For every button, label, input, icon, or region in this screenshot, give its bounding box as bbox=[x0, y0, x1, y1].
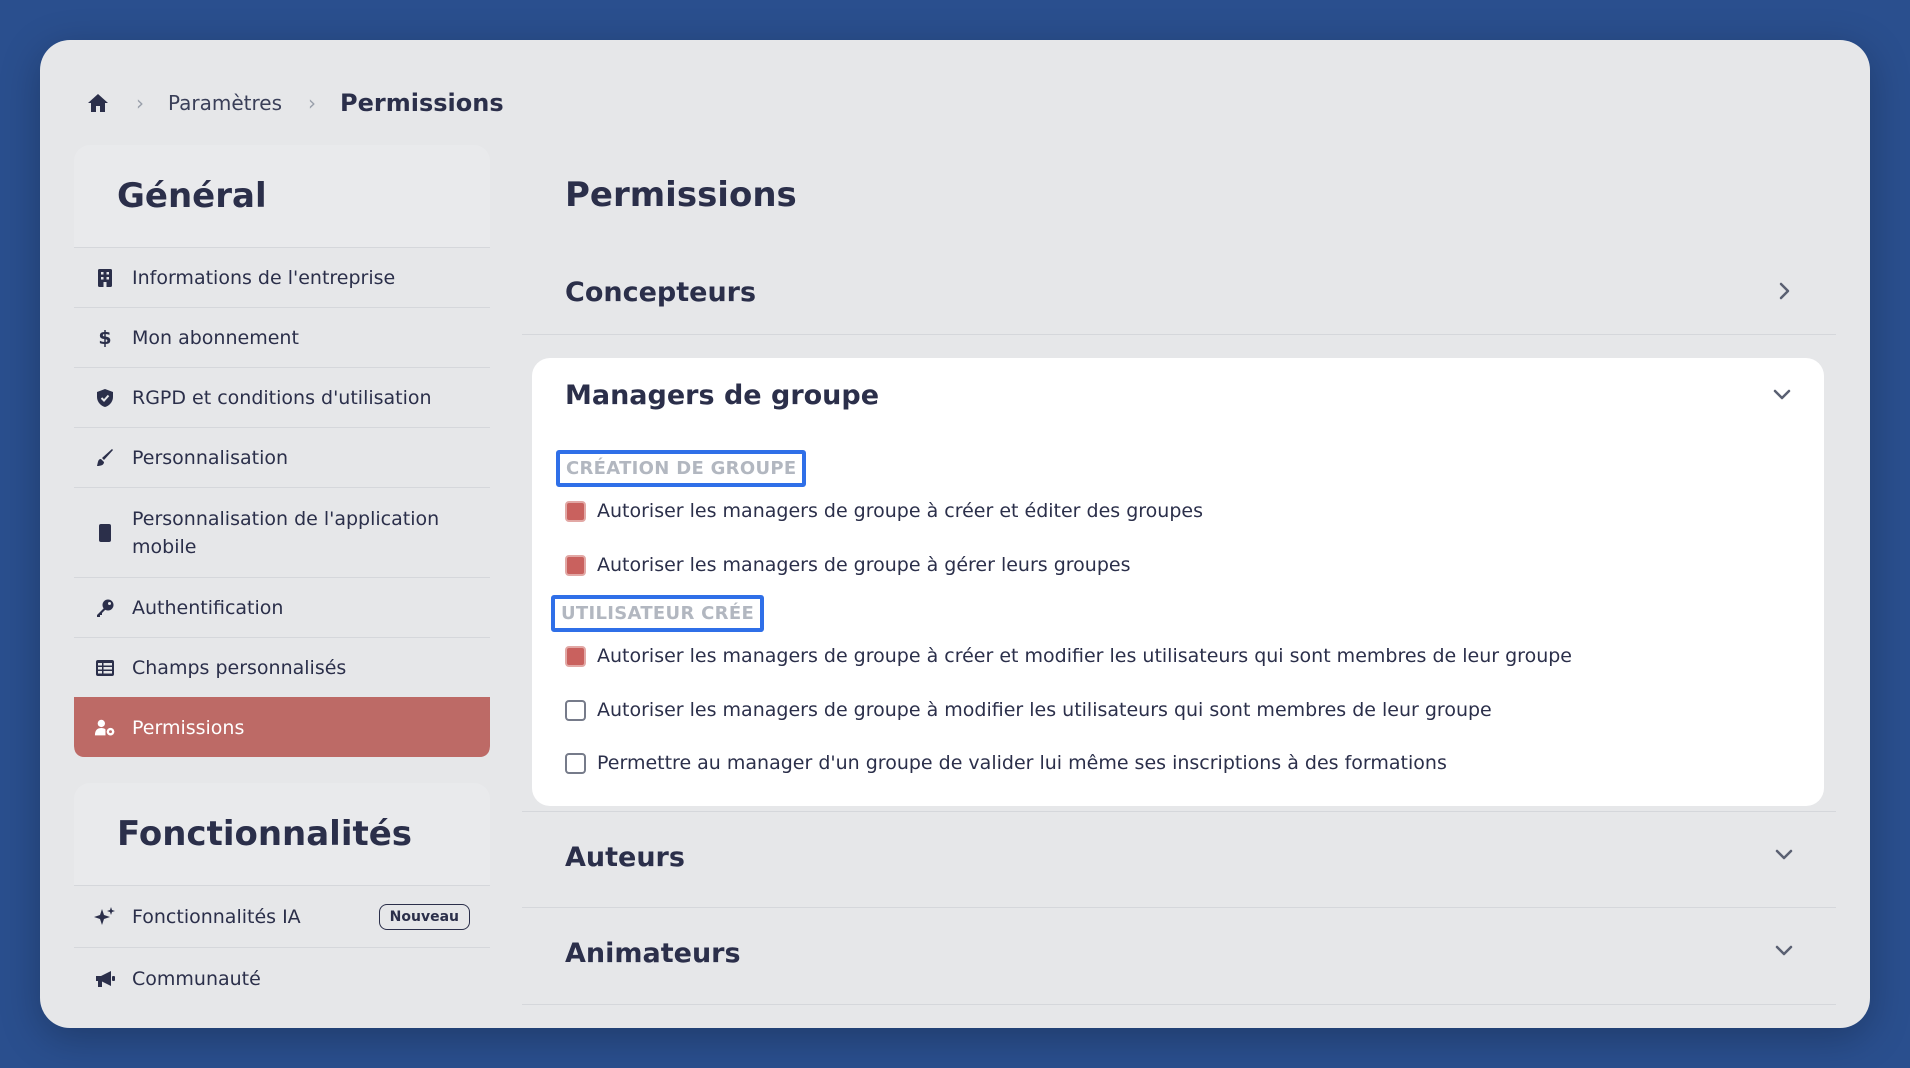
sidebar-item-fonctionnalites-ia[interactable]: Fonctionnalités IA Nouveau bbox=[74, 885, 490, 947]
sidebar-item-label: Informations de l'entreprise bbox=[132, 266, 396, 289]
option-valider-inscriptions[interactable]: Permettre au manager d'un groupe de vali… bbox=[565, 752, 1447, 774]
sidebar-item-champs-personnalises[interactable]: Champs personnalisés bbox=[74, 637, 490, 697]
sparkle-icon bbox=[94, 906, 116, 928]
page-title: Permissions bbox=[565, 175, 797, 215]
sidebar-general-title: Général bbox=[117, 176, 267, 216]
sidebar-item-label: RGPD et conditions d'utilisation bbox=[132, 386, 432, 409]
breadcrumb-separator: › bbox=[136, 90, 144, 115]
sidebar-item-personnalisation[interactable]: Personnalisation bbox=[74, 427, 490, 487]
sidebar-general-header: Général bbox=[74, 145, 490, 247]
option-label: Autoriser les managers de groupe à gérer… bbox=[597, 554, 1131, 576]
breadcrumb-current: Permissions bbox=[340, 88, 504, 117]
chevron-down-icon[interactable] bbox=[1772, 842, 1796, 866]
subheading-utilisateur-cree: UTILISATEUR CRÉE bbox=[551, 595, 765, 632]
sidebar-item-label: Personnalisation bbox=[132, 446, 289, 469]
option-gerer-groupes[interactable]: Autoriser les managers de groupe à gérer… bbox=[565, 554, 1130, 576]
option-label: Autoriser les managers de groupe à créer… bbox=[597, 645, 1572, 667]
sidebar-item-label: Authentification bbox=[132, 596, 284, 619]
option-label: Autoriser les managers de groupe à créer… bbox=[597, 500, 1203, 522]
building-icon bbox=[94, 267, 116, 289]
section-title: Concepteurs bbox=[565, 277, 757, 308]
sidebar-item-label: Champs personnalisés bbox=[132, 656, 347, 679]
section-title: Animateurs bbox=[565, 938, 741, 969]
app-window: › Paramètres › Permissions Général Infor… bbox=[40, 40, 1870, 1028]
permissions-panel: Permissions Concepteurs Managers de grou… bbox=[522, 145, 1836, 1028]
section-title: Auteurs bbox=[565, 842, 685, 873]
mobile-icon bbox=[94, 522, 116, 544]
key-icon bbox=[94, 597, 116, 619]
sidebar-item-informations-entreprise[interactable]: Informations de l'entreprise bbox=[74, 247, 490, 307]
option-creer-modifier-utilisateurs[interactable]: Autoriser les managers de groupe à créer… bbox=[565, 645, 1572, 667]
sidebar-general: Général Informations de l'entreprise $ M… bbox=[74, 145, 490, 762]
option-label: Autoriser les managers de groupe à modif… bbox=[597, 699, 1492, 721]
sidebar-features-header: Fonctionnalités bbox=[74, 783, 490, 885]
checkbox-checked[interactable] bbox=[565, 500, 586, 522]
megaphone-icon bbox=[94, 968, 116, 990]
shield-icon bbox=[94, 387, 116, 409]
chevron-down-icon[interactable] bbox=[1770, 382, 1794, 406]
sidebar-item-rgpd[interactable]: RGPD et conditions d'utilisation bbox=[74, 367, 490, 427]
dollar-icon: $ bbox=[94, 327, 116, 349]
sidebar-item-personnalisation-mobile[interactable]: Personnalisation de l'application mobile bbox=[74, 487, 490, 577]
checkbox-checked[interactable] bbox=[565, 645, 586, 667]
section-concepteurs[interactable]: Concepteurs bbox=[522, 235, 1836, 335]
section-title: Managers de groupe bbox=[565, 380, 880, 411]
chevron-down-icon[interactable] bbox=[1772, 938, 1796, 962]
breadcrumb-separator: › bbox=[308, 90, 317, 115]
sidebar-item-authentification[interactable]: Authentification bbox=[74, 577, 490, 637]
breadcrumb-item-parametres[interactable]: Paramètres bbox=[168, 91, 282, 115]
sidebar-item-label: Fonctionnalités IA bbox=[132, 905, 301, 928]
home-icon[interactable] bbox=[86, 91, 110, 115]
new-badge: Nouveau bbox=[378, 903, 470, 930]
subheading-creation-groupe: CRÉATION DE GROUPE bbox=[556, 450, 807, 487]
option-creer-editer-groupes[interactable]: Autoriser les managers de groupe à créer… bbox=[565, 500, 1203, 522]
sidebar-item-abonnement[interactable]: $ Mon abonnement bbox=[74, 307, 490, 367]
svg-text:$: $ bbox=[98, 327, 111, 349]
sidebar-item-communaute[interactable]: Communauté bbox=[74, 947, 490, 1009]
option-label: Permettre au manager d'un groupe de vali… bbox=[597, 752, 1447, 774]
table-icon bbox=[94, 657, 116, 679]
sidebar-item-label: Mon abonnement bbox=[132, 326, 299, 349]
option-modifier-utilisateurs[interactable]: Autoriser les managers de groupe à modif… bbox=[565, 699, 1492, 721]
section-managers-de-groupe: Managers de groupe CRÉATION DE GROUPE Au… bbox=[532, 358, 1824, 806]
breadcrumb: › Paramètres › Permissions bbox=[86, 80, 504, 125]
checkbox-unchecked[interactable] bbox=[565, 752, 586, 774]
section-auteurs[interactable]: Auteurs bbox=[522, 811, 1836, 908]
chevron-right-icon[interactable] bbox=[1772, 279, 1796, 303]
section-animateurs[interactable]: Animateurs bbox=[522, 908, 1836, 1005]
checkbox-checked[interactable] bbox=[565, 554, 586, 576]
user-gear-icon bbox=[94, 717, 116, 739]
checkbox-unchecked[interactable] bbox=[565, 699, 586, 721]
sidebar-item-permissions[interactable]: Permissions bbox=[74, 697, 490, 757]
sidebar-item-label: Communauté bbox=[132, 967, 261, 990]
sidebar-features-title: Fonctionnalités bbox=[117, 814, 413, 854]
sidebar-item-label: Personnalisation de l'application mobile bbox=[132, 507, 440, 558]
brush-icon bbox=[94, 447, 116, 469]
sidebar-features: Fonctionnalités Fonctionnalités IA Nouve… bbox=[74, 783, 490, 1028]
sidebar-item-label: Permissions bbox=[132, 716, 245, 739]
